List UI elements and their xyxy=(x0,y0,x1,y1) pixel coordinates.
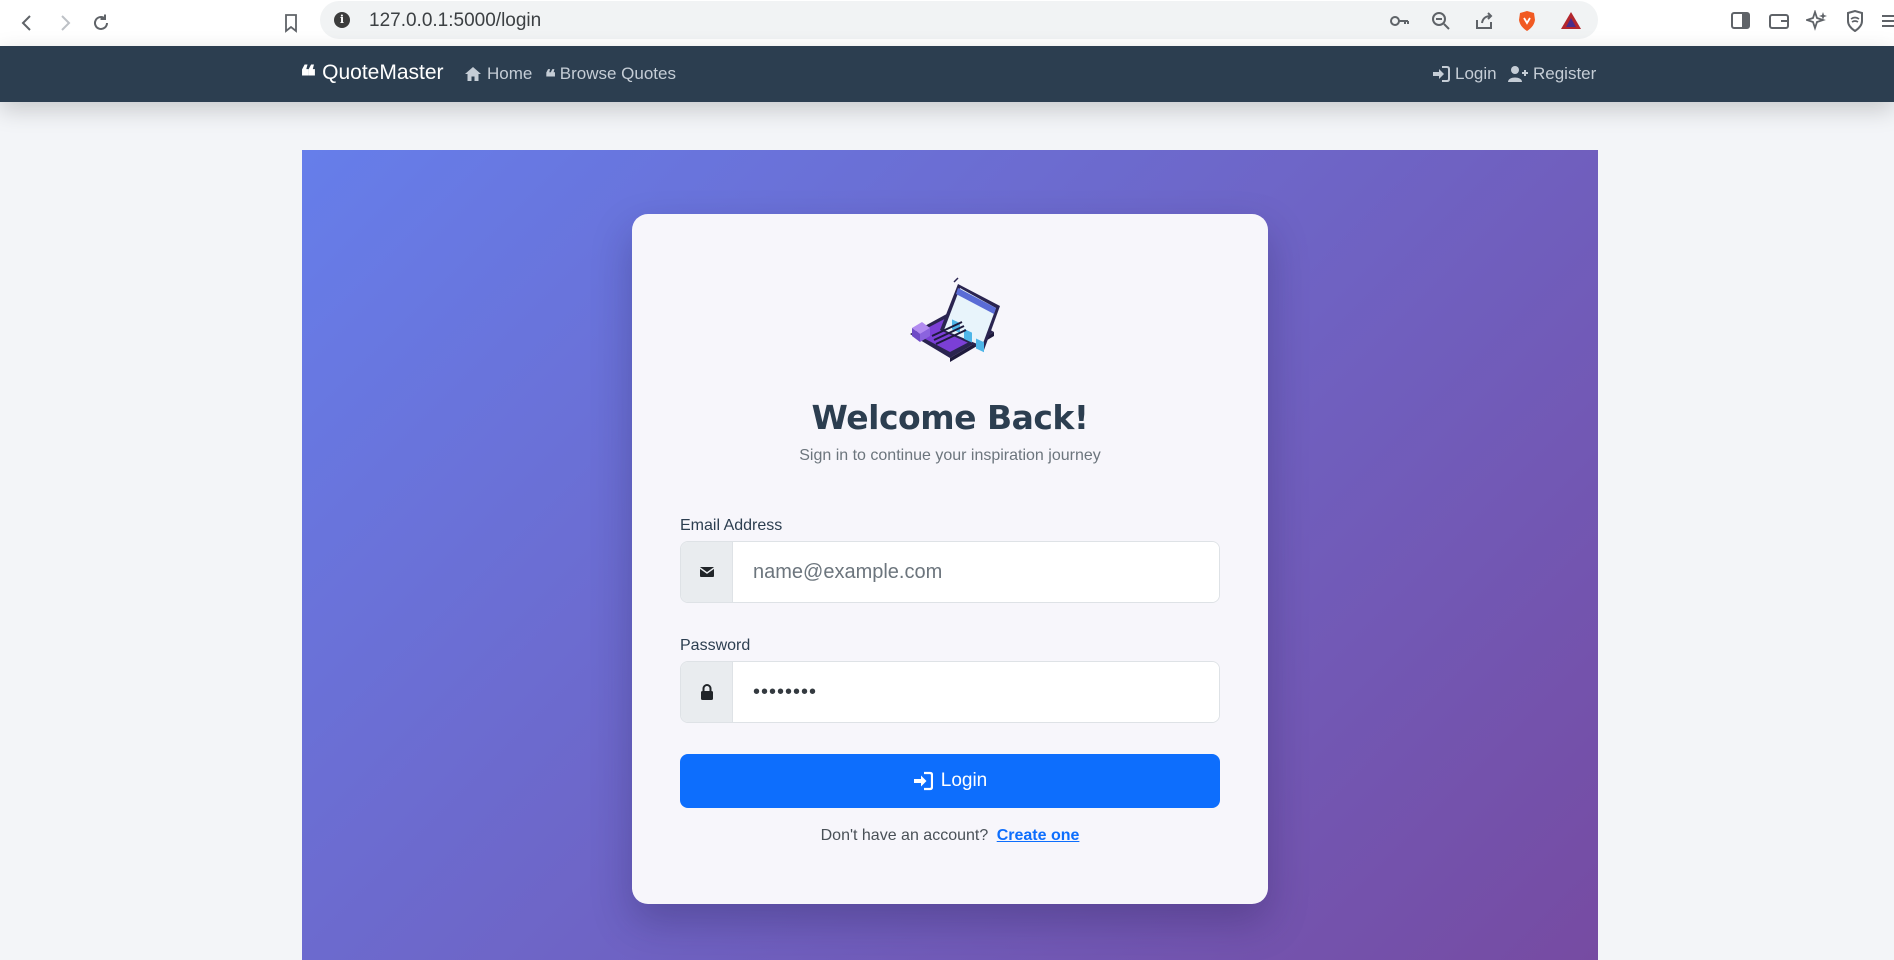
nav-browse-quotes-link[interactable]: ❝ Browse Quotes xyxy=(545,64,676,89)
login-button-label: Login xyxy=(940,770,988,791)
sidebar-icon[interactable] xyxy=(1730,10,1752,32)
envelope-icon xyxy=(681,542,733,602)
menu-icon[interactable] xyxy=(1880,10,1894,32)
nav-register-link[interactable]: Register xyxy=(1508,64,1596,84)
key-icon[interactable] xyxy=(1388,10,1410,32)
back-icon[interactable] xyxy=(12,8,42,38)
signup-prompt: Don't have an account? xyxy=(820,827,989,844)
login-card: Welcome Back! Sign in to continue your i… xyxy=(632,214,1268,904)
quote-icon: ❝ xyxy=(545,65,556,89)
app-navbar: ❝ QuoteMaster Home ❝ Browse Quotes Login… xyxy=(0,46,1894,102)
wallet-icon[interactable] xyxy=(1768,10,1790,32)
site-info-icon[interactable]: i xyxy=(334,12,350,28)
page-subtitle: Sign in to continue your inspiration jou… xyxy=(799,447,1101,464)
quote-icon: ❝ xyxy=(300,60,317,95)
nav-login-link[interactable]: Login xyxy=(1432,64,1497,84)
forward-icon[interactable] xyxy=(50,8,80,38)
nav-browse-label: Browse Quotes xyxy=(559,64,676,83)
password-input-group: •••••••• xyxy=(680,661,1220,723)
brand-name: QuoteMaster xyxy=(322,61,444,84)
reload-icon[interactable] xyxy=(86,8,116,38)
bookmark-icon[interactable] xyxy=(276,8,306,38)
brave-shield-icon[interactable] xyxy=(1516,10,1538,32)
brand-link[interactable]: ❝ QuoteMaster xyxy=(300,60,444,95)
home-icon xyxy=(465,67,481,81)
lock-icon xyxy=(681,662,733,722)
login-button[interactable]: Login xyxy=(680,754,1220,808)
laptop-illustration xyxy=(910,277,1000,362)
address-url[interactable]: 127.0.0.1:5000/login xyxy=(369,10,541,32)
password-value: •••••••• xyxy=(753,680,818,703)
hero-gradient-section: Welcome Back! Sign in to continue your i… xyxy=(302,150,1598,960)
vpn-shield-icon[interactable] xyxy=(1844,9,1866,33)
nav-register-label: Register xyxy=(1533,64,1597,83)
browser-toolbar: i 127.0.0.1:5000/login xyxy=(0,0,1894,46)
zoom-out-icon[interactable] xyxy=(1430,10,1452,32)
brave-rewards-icon[interactable] xyxy=(1560,10,1582,32)
email-input-group xyxy=(680,541,1220,603)
user-plus-icon xyxy=(1508,66,1528,82)
email-label: Email Address xyxy=(680,517,783,534)
email-field[interactable] xyxy=(733,542,1219,602)
nav-home-label: Home xyxy=(487,64,533,83)
leo-ai-icon[interactable] xyxy=(1804,9,1828,32)
address-bar[interactable]: i 127.0.0.1:5000/login xyxy=(320,1,1598,39)
create-account-link[interactable]: Create one xyxy=(997,827,1080,844)
sign-in-icon xyxy=(1433,66,1450,82)
password-label: Password xyxy=(680,637,751,654)
nav-login-label: Login xyxy=(1455,64,1497,83)
page-title: Welcome Back! xyxy=(811,398,1089,437)
share-icon[interactable] xyxy=(1473,10,1495,32)
sign-in-icon xyxy=(913,771,933,791)
nav-home-link[interactable]: Home xyxy=(464,64,532,84)
signup-row: Don't have an account? Create one xyxy=(632,827,1268,845)
